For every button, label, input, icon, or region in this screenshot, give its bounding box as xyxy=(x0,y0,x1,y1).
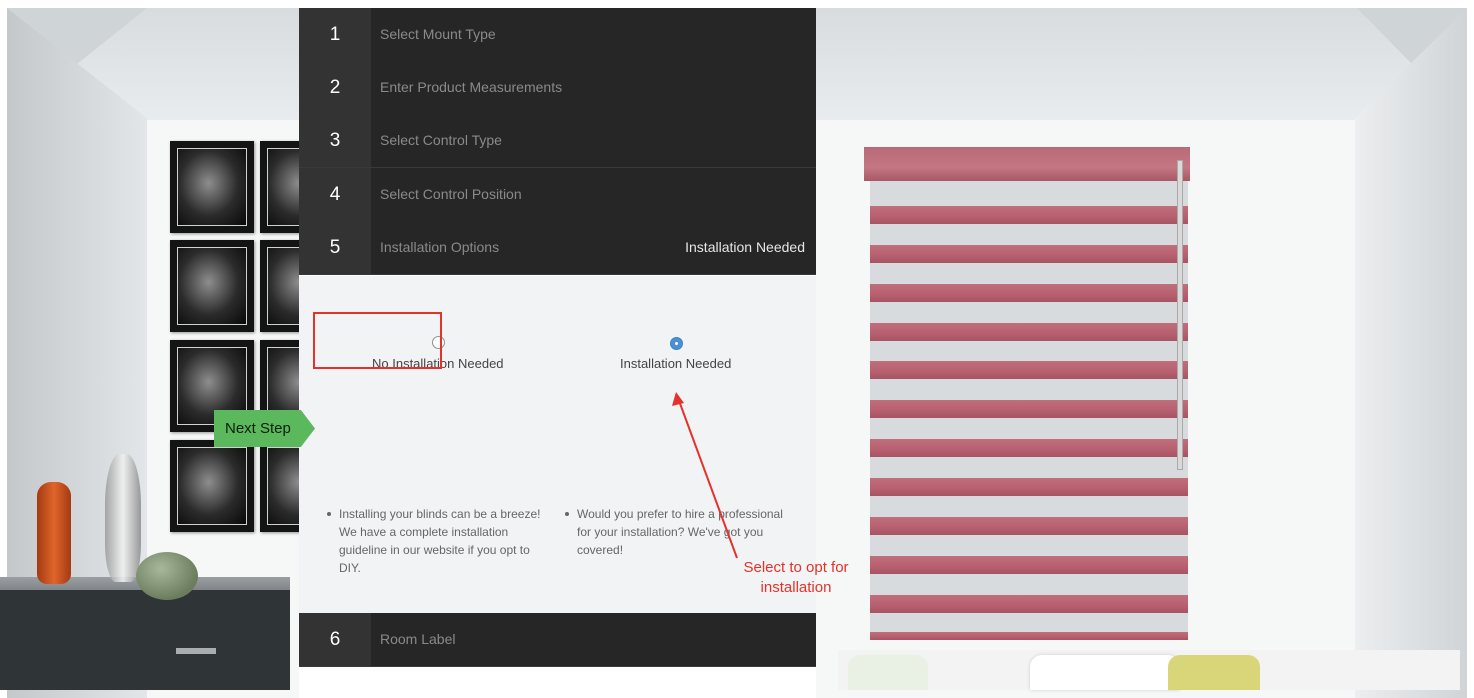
step-4-header[interactable]: 4 Select Control Position xyxy=(299,168,816,222)
step-2-header[interactable]: 2 Enter Product Measurements xyxy=(299,61,816,115)
step-number: 3 xyxy=(299,114,371,167)
step-number: 4 xyxy=(299,168,371,221)
bullet-icon xyxy=(327,512,331,516)
art-frame xyxy=(170,240,254,332)
orange-vase xyxy=(37,482,71,584)
bullet-icon xyxy=(565,512,569,516)
professional-info-item: Would you prefer to hire a professional … xyxy=(565,505,792,559)
step-number: 1 xyxy=(299,8,371,61)
step-label: Enter Product Measurements xyxy=(380,79,563,95)
dresser xyxy=(0,590,290,690)
art-frame xyxy=(170,141,254,233)
next-step-button[interactable]: Next Step xyxy=(214,410,315,447)
annotation-text: Select to opt for installation xyxy=(726,558,866,598)
installation-needed-radio[interactable] xyxy=(670,337,683,350)
step-label: Select Control Position xyxy=(380,186,522,202)
diy-info-text: Installing your blinds can be a breeze! … xyxy=(339,507,541,575)
blind-stripe xyxy=(870,632,1188,640)
pillow xyxy=(848,655,928,690)
step-number: 2 xyxy=(299,61,371,114)
glass-vase xyxy=(105,454,141,582)
annotation-line-1: Select to opt for xyxy=(743,559,849,576)
step-number: 6 xyxy=(299,613,371,666)
step-3-header[interactable]: 3 Select Control Type xyxy=(299,114,816,168)
installation-needed-label[interactable]: Installation Needed xyxy=(620,356,731,371)
dresser-handle xyxy=(176,648,216,654)
blind-stripe xyxy=(870,595,1188,613)
right-wall xyxy=(1355,8,1467,698)
blind-stripe xyxy=(870,478,1188,496)
professional-info-text: Would you prefer to hire a professional … xyxy=(577,507,783,557)
diy-info-item: Installing your blinds can be a breeze! … xyxy=(327,505,554,577)
blind-stripe xyxy=(870,439,1188,457)
pillow xyxy=(1168,655,1260,690)
step-label: Select Mount Type xyxy=(380,26,496,42)
step-number: 5 xyxy=(299,221,371,274)
step-5-header[interactable]: 5 Installation Options Installation Need… xyxy=(299,221,816,275)
step-label: Installation Options xyxy=(380,239,500,255)
blind-headrail xyxy=(864,147,1190,181)
annotation-line-2: installation xyxy=(760,579,832,596)
blind-cord xyxy=(1177,160,1183,470)
blind-stripe xyxy=(870,517,1188,535)
blind-stripe xyxy=(870,323,1188,341)
green-vase xyxy=(136,552,198,600)
annotation-highlight-box xyxy=(313,312,442,369)
step-label: Select Control Type xyxy=(380,132,502,148)
step-selected-value: Installation Needed xyxy=(685,239,805,255)
blind-stripe xyxy=(870,206,1188,224)
blind-stripe xyxy=(870,361,1188,379)
step-label: Room Label xyxy=(380,631,456,647)
blind-stripe xyxy=(870,245,1188,263)
pillow xyxy=(1030,655,1180,690)
blind-stripe xyxy=(870,556,1188,574)
step-1-header[interactable]: 1 Select Mount Type xyxy=(299,8,816,62)
blind-stripe xyxy=(870,400,1188,418)
blind-stripe xyxy=(870,284,1188,302)
art-frame xyxy=(170,440,254,532)
step-6-header[interactable]: 6 Room Label xyxy=(299,613,816,667)
